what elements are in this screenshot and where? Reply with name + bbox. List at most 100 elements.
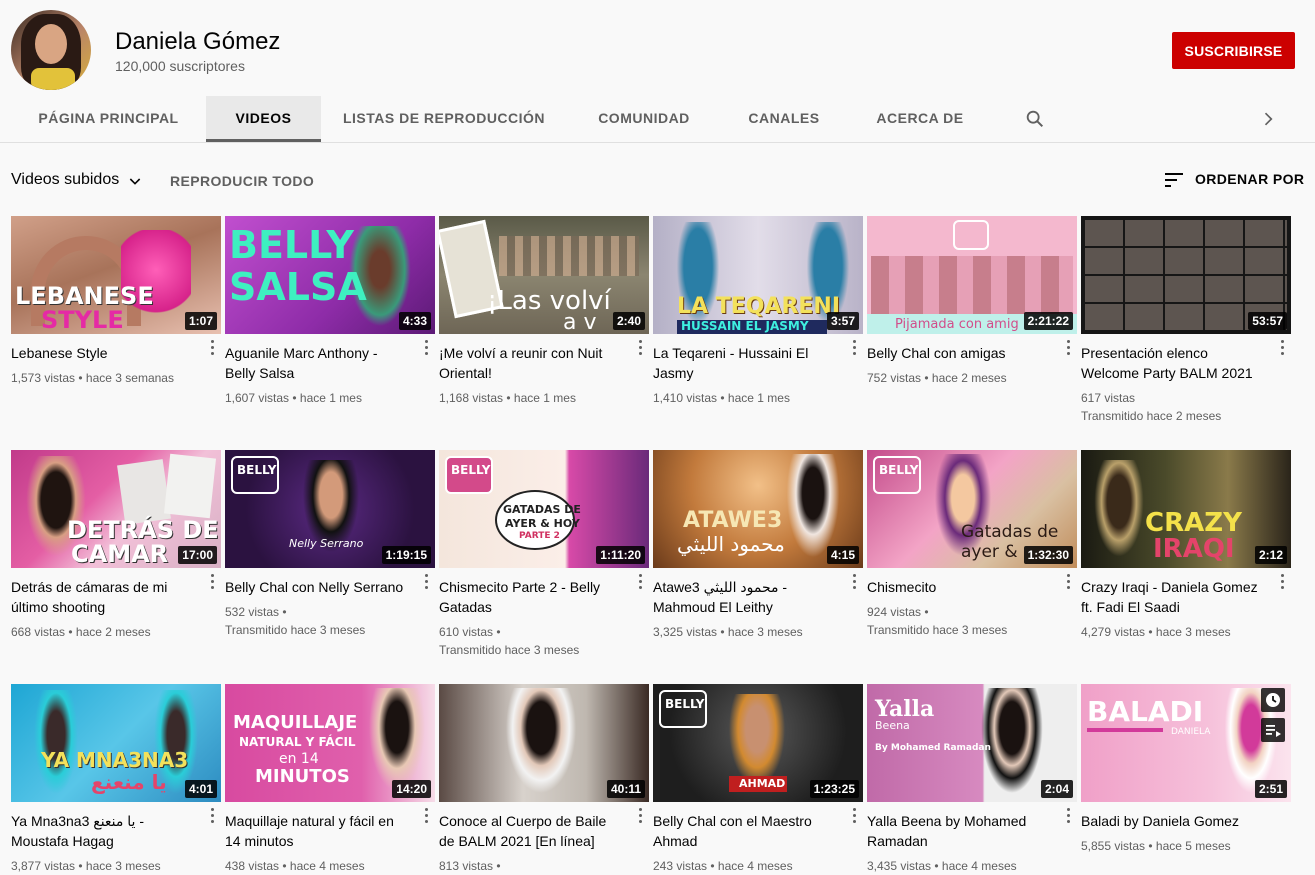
video-title[interactable]: Chismecito Parte 2 - Belly Gatadas <box>439 577 623 617</box>
video-title[interactable]: Detrás de cámaras de mi último shooting <box>11 577 195 617</box>
video-thumbnail[interactable]: BELLY Nelly Serrano 1:19:15 <box>225 450 435 568</box>
sort-icon[interactable] <box>1163 170 1185 190</box>
video-card[interactable]: Pijamada con amig 2:21:22 Belly Chal con… <box>867 216 1077 387</box>
video-duration: 1:32:30 <box>1023 546 1073 564</box>
video-title[interactable]: Maquillaje natural y fácil en 14 minutos <box>225 811 409 851</box>
more-vert-icon[interactable] <box>1065 574 1071 592</box>
video-thumbnail[interactable]: ATAWE3 محمود الليثي 4:15 <box>653 450 863 568</box>
video-card[interactable]: MAQUILLAJE NATURAL Y FÁCIL en 14 MINUTOS… <box>225 684 435 875</box>
video-card[interactable]: BELLY GATADAS DE AYER & HOY PARTE 2 1:11… <box>439 450 649 659</box>
video-thumbnail[interactable]: Yalla Beena By Mohamed Ramadan 2:04 <box>867 684 1077 802</box>
video-title[interactable]: Chismecito <box>867 577 1051 597</box>
chevron-right-icon[interactable] <box>1258 108 1278 130</box>
more-vert-icon[interactable] <box>209 340 215 358</box>
video-duration: 4:15 <box>826 546 859 564</box>
more-vert-icon[interactable] <box>637 574 643 592</box>
video-title[interactable]: Belly Chal con amigas <box>867 343 1051 363</box>
more-vert-icon[interactable] <box>423 808 429 826</box>
video-title[interactable]: ¡Me volví a reunir con Nuit Oriental! <box>439 343 623 383</box>
more-vert-icon[interactable] <box>423 340 429 358</box>
uploads-filter[interactable]: Videos subidos <box>11 171 119 189</box>
search-icon[interactable] <box>1024 108 1046 130</box>
video-title[interactable]: Presentación elenco Welcome Party BALM 2… <box>1081 343 1265 383</box>
video-thumbnail[interactable]: CRAZY IRAQI 2:12 <box>1081 450 1291 568</box>
video-duration: 17:00 <box>178 546 217 564</box>
video-thumbnail[interactable]: BELLY Gatadas de ayer & 1:32:30 <box>867 450 1077 568</box>
video-thumbnail[interactable]: BELLY SALSA 4:33 <box>225 216 435 334</box>
more-vert-icon[interactable] <box>1065 808 1071 826</box>
video-thumbnail[interactable]: BELLY AHMAD 1:23:25 <box>653 684 863 802</box>
video-title[interactable]: Baladi by Daniela Gomez <box>1081 811 1265 831</box>
tab-playlists[interactable]: LISTAS DE REPRODUCCIÓN <box>336 96 552 142</box>
more-vert-icon[interactable] <box>637 340 643 358</box>
video-thumbnail[interactable]: Pijamada con amig 2:21:22 <box>867 216 1077 334</box>
video-card[interactable]: LA TEQARENI HUSSAIN EL JASMY 3:57 La Teq… <box>653 216 863 407</box>
video-thumbnail[interactable]: YA MNA3NA3 يا منعنع 4:01 <box>11 684 221 802</box>
video-thumbnail[interactable]: LEBANESE STYLE 1:07 <box>11 216 221 334</box>
more-vert-icon[interactable] <box>423 574 429 592</box>
tab-community[interactable]: COMUNIDAD <box>586 96 702 142</box>
subscribe-button[interactable]: SUSCRIBIRSE <box>1172 32 1295 69</box>
video-thumbnail[interactable]: LA TEQARENI HUSSAIN EL JASMY 3:57 <box>653 216 863 334</box>
video-duration: 3:57 <box>826 312 859 330</box>
chevron-down-icon[interactable] <box>127 173 143 189</box>
more-vert-icon[interactable] <box>1279 340 1285 358</box>
more-vert-icon[interactable] <box>637 808 643 826</box>
more-vert-icon[interactable] <box>851 808 857 826</box>
more-vert-icon[interactable] <box>209 808 215 826</box>
tab-home[interactable]: PÁGINA PRINCIPAL <box>26 96 191 142</box>
channel-avatar[interactable] <box>11 10 91 90</box>
video-title[interactable]: Conoce al Cuerpo de Baile de BALM 2021 [… <box>439 811 623 851</box>
video-meta: 813 vistas • <box>439 859 501 873</box>
video-thumbnail[interactable]: DETRÁS DE CAMAR 17:00 <box>11 450 221 568</box>
video-card[interactable]: DETRÁS DE CAMAR 17:00 Detrás de cámaras … <box>11 450 221 641</box>
more-vert-icon[interactable] <box>1279 574 1285 592</box>
video-title[interactable]: La Teqareni - Hussaini El Jasmy <box>653 343 837 383</box>
video-card[interactable]: YA MNA3NA3 يا منعنع 4:01 Ya Mna3na3 يا م… <box>11 684 221 875</box>
tab-about[interactable]: ACERCA DE <box>864 96 976 142</box>
video-duration: 53:57 <box>1248 312 1287 330</box>
tab-videos[interactable]: VIDEOS <box>206 96 321 142</box>
video-meta: 3,435 vistas • hace 4 meses <box>867 859 1017 873</box>
video-meta: 3,325 vistas • hace 3 meses <box>653 625 803 639</box>
video-title[interactable]: Crazy Iraqi - Daniela Gomez ft. Fadi El … <box>1081 577 1265 617</box>
video-thumbnail[interactable]: BELLY GATADAS DE AYER & HOY PARTE 2 1:11… <box>439 450 649 568</box>
video-thumbnail[interactable]: 40:11 <box>439 684 649 802</box>
sort-by-button[interactable]: ORDENAR POR <box>1195 171 1304 187</box>
video-title[interactable]: Belly Chal con el Maestro Ahmad <box>653 811 837 851</box>
video-card[interactable]: 40:11 Conoce al Cuerpo de Baile de BALM … <box>439 684 649 875</box>
play-all-button[interactable]: REPRODUCIR TODO <box>170 173 314 189</box>
video-meta: 668 vistas • hace 2 meses <box>11 625 151 639</box>
video-duration: 1:23:25 <box>809 780 859 798</box>
more-vert-icon[interactable] <box>209 574 215 592</box>
video-card[interactable]: LEBANESE STYLE 1:07 Lebanese Style 1,573… <box>11 216 221 387</box>
video-title[interactable]: Atawe3 محمود الليثي - Mahmoud El Leithy <box>653 577 837 617</box>
video-duration: 4:33 <box>398 312 431 330</box>
add-to-queue-icon[interactable] <box>1261 718 1285 742</box>
video-card[interactable]: Yalla Beena By Mohamed Ramadan 2:04 Yall… <box>867 684 1077 875</box>
video-card[interactable]: 53:57 Presentación elenco Welcome Party … <box>1081 216 1291 425</box>
video-title[interactable]: Aguanile Marc Anthony - Belly Salsa <box>225 343 409 383</box>
more-vert-icon[interactable] <box>851 340 857 358</box>
video-card[interactable]: ATAWE3 محمود الليثي 4:15 Atawe3 محمود ال… <box>653 450 863 641</box>
tab-channels[interactable]: CANALES <box>736 96 832 142</box>
video-meta: 532 vistas • <box>225 605 287 619</box>
video-title[interactable]: Yalla Beena by Mohamed Ramadan <box>867 811 1051 851</box>
video-thumbnail[interactable]: ¡Las volví a v 2:40 <box>439 216 649 334</box>
video-card[interactable]: BELLY SALSA 4:33 Aguanile Marc Anthony -… <box>225 216 435 407</box>
more-vert-icon[interactable] <box>851 574 857 592</box>
video-card[interactable]: BALADI DANIELA 2:51 Baladi by Daniela Go… <box>1081 684 1291 855</box>
video-thumbnail[interactable]: BALADI DANIELA 2:51 <box>1081 684 1291 802</box>
video-card[interactable]: BELLY Nelly Serrano 1:19:15 Belly Chal c… <box>225 450 435 639</box>
video-title[interactable]: Belly Chal con Nelly Serrano <box>225 577 409 597</box>
video-card[interactable]: ¡Las volví a v 2:40 ¡Me volví a reunir c… <box>439 216 649 407</box>
more-vert-icon[interactable] <box>1065 340 1071 358</box>
video-card[interactable]: CRAZY IRAQI 2:12 Crazy Iraqi - Daniela G… <box>1081 450 1291 641</box>
video-thumbnail[interactable]: MAQUILLAJE NATURAL Y FÁCIL en 14 MINUTOS… <box>225 684 435 802</box>
video-card[interactable]: BELLY AHMAD 1:23:25 Belly Chal con el Ma… <box>653 684 863 875</box>
video-title[interactable]: Lebanese Style <box>11 343 195 363</box>
video-title[interactable]: Ya Mna3na3 يا منعنع - Moustafa Hagag <box>11 811 195 851</box>
watch-later-icon[interactable] <box>1261 688 1285 712</box>
video-thumbnail[interactable]: 53:57 <box>1081 216 1291 334</box>
video-card[interactable]: BELLY Gatadas de ayer & 1:32:30 Chismeci… <box>867 450 1077 639</box>
